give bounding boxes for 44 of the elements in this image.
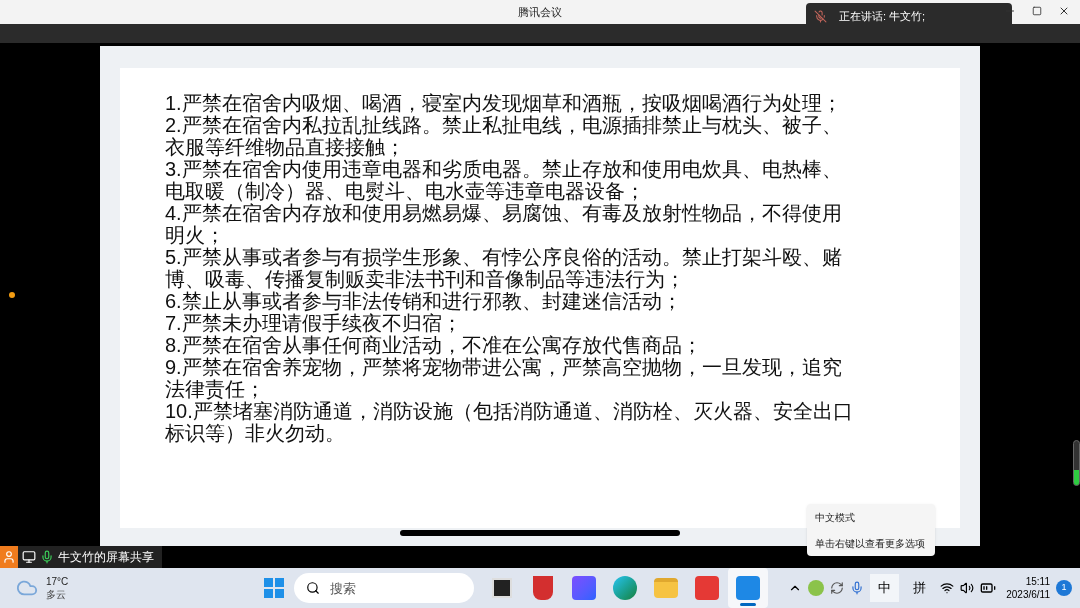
wifi-icon[interactable] (940, 581, 955, 595)
rule-text: 2.严禁在宿舍内私拉乱扯线路。禁止私扯电线，电源插排禁止与枕头、被子、 衣服等纤维物品直接接触； (165, 114, 843, 158)
tooltip-text: 中文模式 (815, 510, 856, 525)
microphone-icon[interactable] (850, 581, 865, 595)
active-indicator (740, 603, 757, 606)
rule-text: 6.禁止从事或者参与非法传销和进行邪教、封建迷信活动； (165, 290, 683, 312)
search-icon (306, 581, 321, 595)
battery-icon[interactable] (980, 580, 997, 596)
window-stack-icon (492, 578, 513, 598)
meeting-app-icon (736, 576, 761, 600)
screen-icon (22, 550, 36, 564)
office-app-icon (695, 576, 720, 600)
ime-mode[interactable]: 中 (870, 574, 900, 602)
weather-text: 多云 (46, 588, 67, 601)
window-title: 腾讯会议 (518, 4, 562, 20)
rule-text: 10.严禁堵塞消防通道，消防设施（包括消防通道、消防栓、灭火器、安全出口 标识等）非火勿动。 (165, 400, 854, 444)
tooltip-text: 单击右键以查看更多选项 (815, 536, 926, 551)
rule-text: 9.严禁在宿舍养宠物，严禁将宠物带进公寓，严禁高空抛物，一旦发现，追究 法律责任； (165, 356, 843, 400)
browser-icon (613, 576, 638, 600)
user-icon (0, 546, 18, 568)
rule-text: 3.严禁在宿舍内使用违章电器和劣质电器。禁止存放和使用电炊具、电热棒、 电取暖（制冷）器、电熨斗、电水壶等违章电器设备； (165, 158, 843, 202)
sync-icon[interactable] (830, 581, 845, 595)
volume-meter (1073, 440, 1080, 486)
rule-text: 8.严禁在宿舍从事任何商业活动，不准在公寓存放代售商品； (165, 334, 703, 356)
muted-microphone-icon (814, 10, 827, 23)
clock-date[interactable]: 2023/6/11 (1006, 588, 1050, 601)
search-field[interactable]: 搜索 (294, 573, 475, 603)
rule-text: 4.严禁在宿舍内存放和使用易燃易爆、易腐蚀、有毒及放射性物品，不得使用 明火； (165, 202, 843, 246)
close-icon[interactable] (1058, 5, 1070, 17)
folder-icon (654, 578, 679, 598)
microphone-icon (40, 550, 54, 564)
shield-icon (533, 576, 554, 600)
ime-input[interactable]: 拼 (905, 578, 935, 598)
maximize-icon[interactable] (1032, 6, 1042, 16)
notification-badge[interactable]: 1 (1056, 580, 1072, 596)
app-tile-icon (572, 576, 597, 600)
volume-icon[interactable] (960, 581, 975, 595)
temperature: 17°C (46, 575, 69, 588)
rule-text: 7.严禁未办理请假手续夜不归宿； (165, 312, 463, 334)
clock-time[interactable]: 15:11 (1025, 575, 1050, 588)
speaker-label: 正在讲话: 牛文竹; (839, 9, 926, 25)
share-label: 牛文竹的屏幕共享 (58, 549, 154, 566)
rule-text: 5.严禁从事或者参与有损学生形象、有悖公序良俗的活动。禁止打架斗殴、赌 博、吸毒、传播复制贩卖非法书刊和音像制品等违法行为； (165, 246, 843, 290)
rule-text: 1.严禁在宿舍内吸烟、喝酒，寝室内发现烟草和酒瓶，按吸烟喝酒行为处理； (165, 92, 843, 114)
